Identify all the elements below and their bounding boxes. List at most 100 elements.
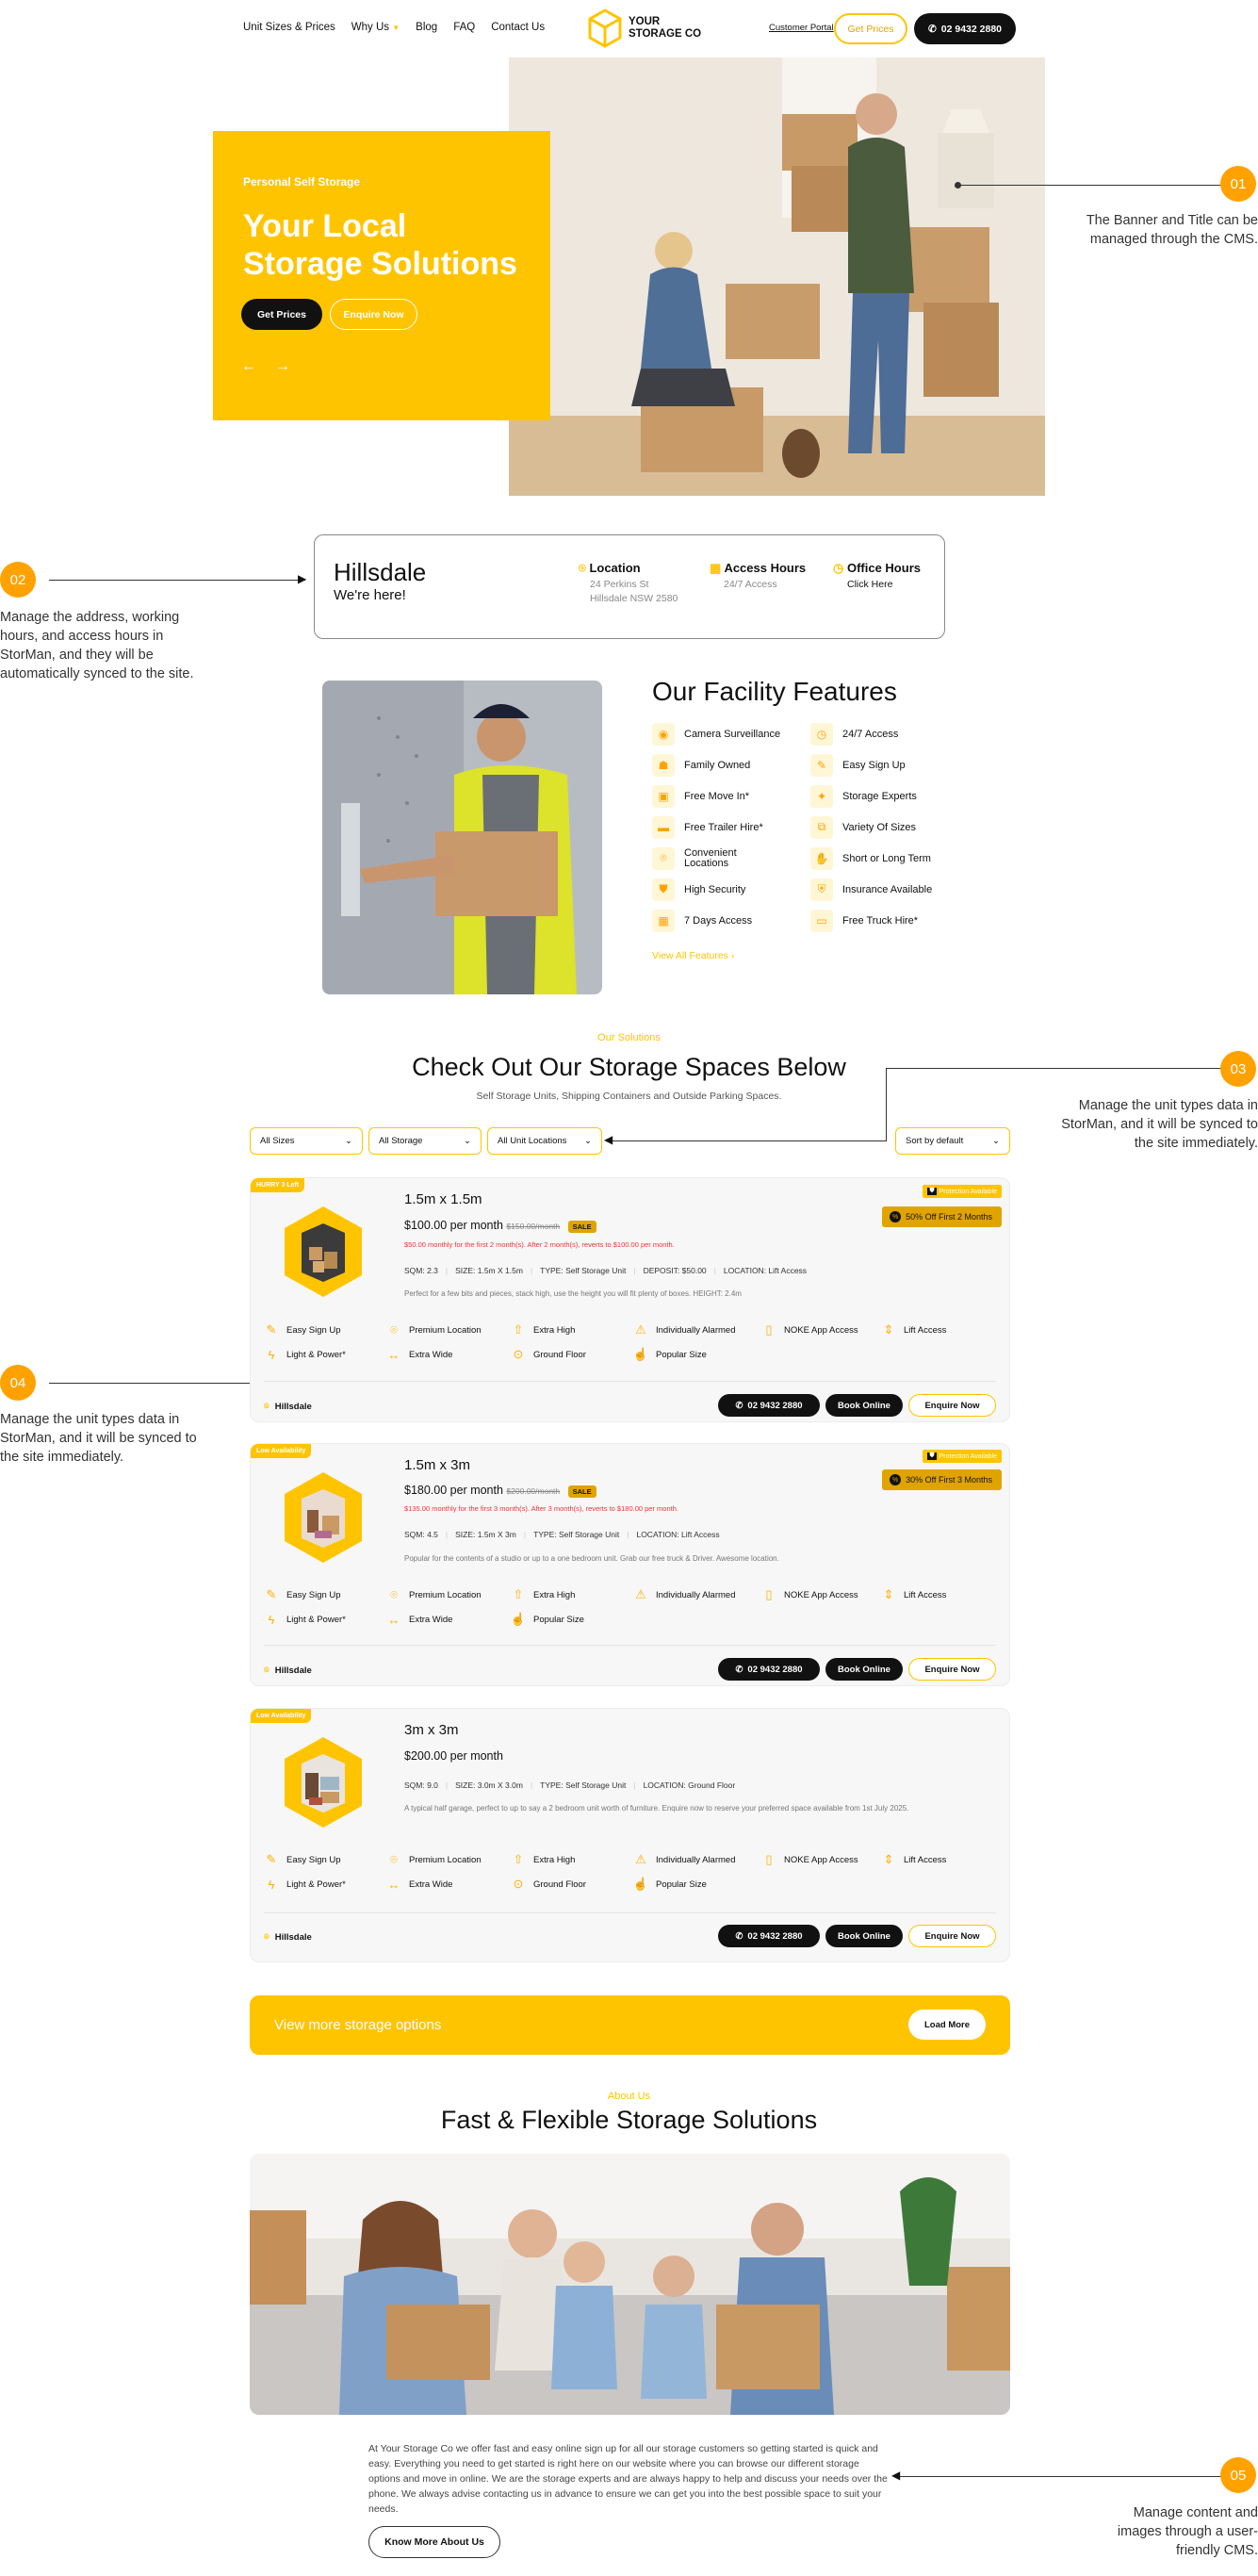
card-divider [264,1912,996,1913]
note-02-text: Manage the address, working hours, and a… [0,610,194,681]
call-button[interactable]: ✆ 02 9432 2880 [718,1394,820,1417]
amenity-label: Extra High [533,1324,576,1336]
amenity: ↔ Extra Wide [386,1611,511,1628]
unit-description: Perfect for a few bits and pieces, stack… [404,1289,742,1298]
offer-label: 30% Off First 3 Months [906,1475,992,1485]
spec-size: SIZE: 3.0m X 3.0m [455,1780,523,1790]
note-02-badge: 02 [0,562,36,598]
filter-storage-value: All Storage [379,1136,423,1146]
amenity: ⌾ Premium Location [386,1851,511,1868]
call-button[interactable]: ✆ 02 9432 2880 [718,1658,820,1681]
protection-label: Protection Available [939,1188,997,1195]
spec-sqm: SQM: 2.3 [404,1266,438,1275]
arrow-right-icon[interactable]: → [275,358,290,375]
feature-label: 24/7 Access [842,728,899,740]
office-value[interactable]: Click Here [847,579,921,590]
power-icon: ϟ [268,1877,275,1892]
availability-tag: HURRY 3 Left [251,1178,305,1192]
feature-item: ✎ Easy Sign Up [810,749,971,780]
sort-select[interactable]: Sort by default ⌄ [895,1127,1010,1155]
feature-label: 7 Days Access [684,914,753,927]
filter-sizes[interactable]: All Sizes ⌄ [250,1127,363,1155]
arrow-left-icon[interactable]: ← [241,358,256,375]
amenity: ϟ Light & Power* [264,1346,386,1363]
amenity-label: Extra Wide [409,1879,453,1890]
amenity: ✎ Easy Sign Up [264,1321,386,1338]
unit-price: $200.00 per month [404,1749,503,1763]
pin-icon: ⌾ [390,1322,398,1337]
about-eyebrow: About Us [607,2091,651,2102]
width-icon: ↔ [387,1612,400,1627]
ground-icon: ⊙ [513,1877,524,1891]
amenity-label: Premium Location [409,1854,482,1865]
filter-locations[interactable]: All Unit Locations ⌄ [487,1127,602,1155]
note-01-badge: 01 [1220,166,1256,202]
customer-portal-link[interactable]: Customer Portal [769,23,834,33]
spec-type: TYPE: Self Storage Unit [540,1780,627,1790]
unit-description: A typical half garage, perfect to up to … [404,1804,909,1813]
logo[interactable]: YOUR STORAGE CO [587,8,701,48]
know-more-button[interactable]: Know More About Us [368,2526,500,2558]
hero-get-prices-button[interactable]: Get Prices [241,299,322,330]
amenity-label: NOKE App Access [784,1854,858,1865]
arrow-left-icon: ◀ [604,1133,613,1146]
book-online-button[interactable]: Book Online [825,1394,903,1417]
note-03-pointer-h [886,1068,1221,1069]
hand-icon: ✋ [810,846,833,870]
amenity: ⇕ Lift Access [881,1321,994,1338]
spec-separator: | [445,1530,449,1539]
chevron-down-icon: ⌄ [584,1136,592,1146]
note-04-pointer [49,1383,256,1384]
amenity: ⊙ Ground Floor [511,1876,633,1893]
nav-contact[interactable]: Contact Us [491,22,545,33]
pin-icon: ⌾ [390,1587,398,1601]
spec-sqm: SQM: 4.5 [404,1530,438,1539]
spec-type: TYPE: Self Storage Unit [533,1530,620,1539]
nav-unit-sizes[interactable]: Unit Sizes & Prices [243,22,335,33]
nav-faq[interactable]: FAQ [453,22,475,33]
call-button[interactable]: ✆ 02 9432 2880 [718,1925,820,1947]
enquire-button[interactable]: Enquire Now [908,1925,996,1947]
lift-icon: ⇕ [883,1852,894,1866]
get-prices-button[interactable]: Get Prices [834,13,907,44]
hero-eyebrow: Personal Self Storage [243,175,361,189]
amenity: ⊙ Ground Floor [511,1346,633,1363]
spec-separator: | [530,1780,533,1790]
availability-tag: Low Availability [251,1444,312,1458]
access-value: 24/7 Access [724,579,777,590]
nav-why-us[interactable]: Why Us ▼ [351,22,400,33]
enquire-button[interactable]: Enquire Now [908,1658,996,1681]
view-all-features-link[interactable]: View All Features › [652,950,734,961]
hero-title: Your Local Storage Solutions [243,207,517,283]
phone-icon: ✆ [927,23,937,35]
ground-icon: ⊙ [513,1347,524,1361]
nav-blog[interactable]: Blog [416,22,437,33]
location-address1: 24 Perkins St [590,579,649,590]
logo-line2: STORAGE CO [629,28,702,40]
insurance-icon: ⛨ [810,878,833,901]
phone-button[interactable]: ✆ 02 9432 2880 [914,13,1016,44]
feature-item: ▬ Free Trailer Hire* [652,812,808,843]
unit-description: Popular for the contents of a studio or … [404,1554,779,1563]
signup-icon: ✎ [266,1587,277,1601]
offer-badge: % 30% Off First 3 Months [882,1469,1002,1490]
load-more-button[interactable]: Load More [908,2010,986,2040]
phone-icon: ✆ [735,1400,743,1411]
book-online-button[interactable]: Book Online [825,1925,903,1947]
enquire-button[interactable]: Enquire Now [908,1394,996,1417]
amenity: ☝ Popular Size [633,1876,761,1893]
amenity: ▯ NOKE App Access [761,1321,881,1338]
clock-icon: ◷ [810,722,833,746]
amenity-label: Extra Wide [409,1614,453,1625]
card-location-label: Hillsdale [274,1402,312,1412]
note-02-pointer [49,580,305,581]
amenity: ⇕ Lift Access [881,1851,994,1868]
alarm-icon: ⚠ [635,1587,646,1601]
book-online-button[interactable]: Book Online [825,1658,903,1681]
feature-label: Camera Surveillance [684,728,781,740]
spec-separator: | [627,1530,629,1539]
feature-item: ◷ 24/7 Access [810,718,971,749]
hero-banner: Personal Self Storage Your Local Storage… [213,131,550,420]
hero-enquire-button[interactable]: Enquire Now [330,299,417,330]
filter-storage[interactable]: All Storage ⌄ [368,1127,482,1155]
